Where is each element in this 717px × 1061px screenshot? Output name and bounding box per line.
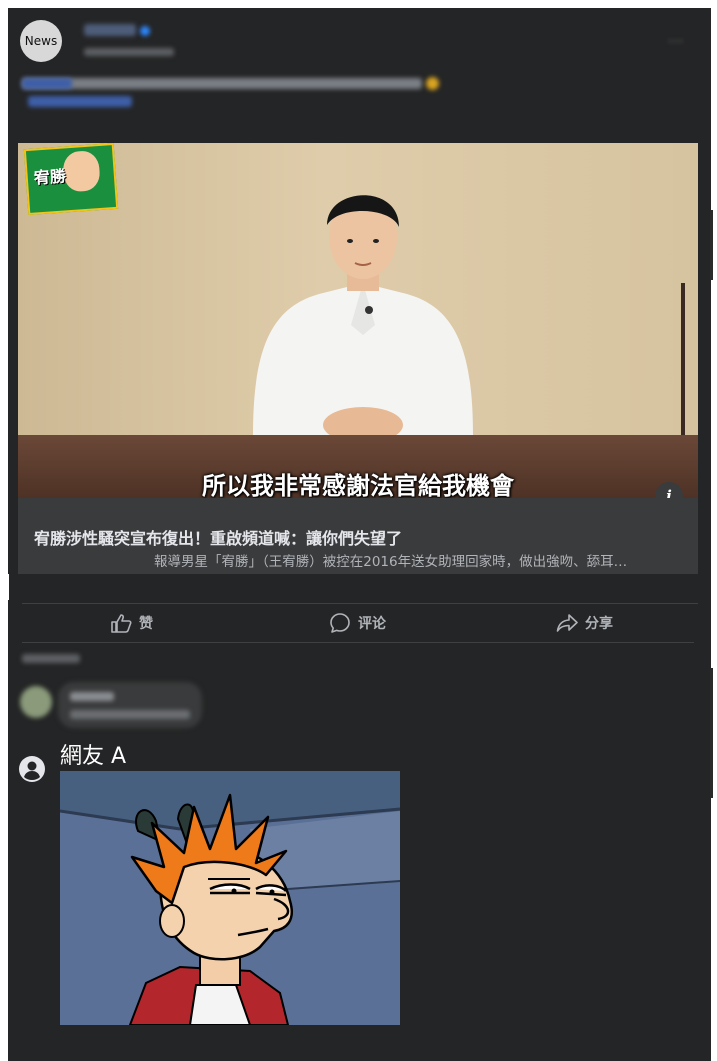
page-gap	[0, 574, 9, 600]
comment-bubble-blurred	[58, 682, 202, 728]
share-icon	[556, 614, 578, 632]
more-dots-icon[interactable]: ···	[668, 34, 684, 50]
commenter-avatar-blurred[interactable]	[20, 686, 52, 718]
user-avatar-icon	[19, 756, 45, 782]
video-thumbnail[interactable]: 宥勝 所以我非常感謝法官給我機會	[18, 143, 698, 498]
comment-button[interactable]: 评论	[329, 612, 386, 634]
page-name-blurred[interactable]	[84, 24, 136, 36]
link-description: 報導男星「宥勝」（王宥勝）被控在2016年送女助理回家時，做出強吻、舔耳…	[154, 554, 628, 570]
post-link-blurred[interactable]	[28, 96, 132, 107]
verified-badge-icon	[140, 26, 150, 36]
emoji-icon	[426, 77, 439, 90]
comment-label: 评论	[358, 616, 386, 632]
share-button[interactable]: 分享	[556, 612, 613, 634]
share-label: 分享	[585, 616, 613, 632]
channel-logo: 宥勝	[23, 143, 119, 216]
video-subtitle: 所以我非常感謝法官給我機會	[202, 471, 514, 498]
person-figure	[253, 195, 473, 443]
avatar-text: News	[24, 34, 58, 48]
like-button[interactable]: 赞	[110, 612, 153, 634]
comment-name-blurred	[70, 692, 114, 701]
divider	[22, 642, 694, 643]
page-edge	[711, 0, 717, 1061]
post-caption-blurred	[22, 78, 422, 89]
edge-fragment	[710, 210, 713, 280]
comment-text-blurred	[70, 710, 190, 719]
comment-sort-blurred[interactable]	[22, 654, 80, 663]
thumbs-up-icon	[111, 614, 132, 633]
edge-fragment	[710, 668, 713, 798]
post-meta-blurred	[84, 48, 174, 56]
meme-illustration	[60, 771, 400, 1025]
logo-text: 宥勝	[33, 166, 67, 188]
comment-user-name[interactable]: 網友 A	[60, 738, 126, 770]
shelf-decoration	[681, 283, 685, 443]
futurama-fry-meme-image[interactable]	[60, 771, 400, 1025]
comment-icon	[330, 613, 350, 633]
like-label: 赞	[139, 616, 153, 632]
post-hashtag-blurred[interactable]	[22, 78, 72, 89]
logo-face	[62, 150, 101, 193]
link-title[interactable]: 宥勝涉性騷突宣布復出！重啟頻道喊：讓你們失望了	[34, 525, 402, 549]
page-avatar[interactable]: News	[20, 20, 62, 62]
divider	[22, 603, 698, 604]
